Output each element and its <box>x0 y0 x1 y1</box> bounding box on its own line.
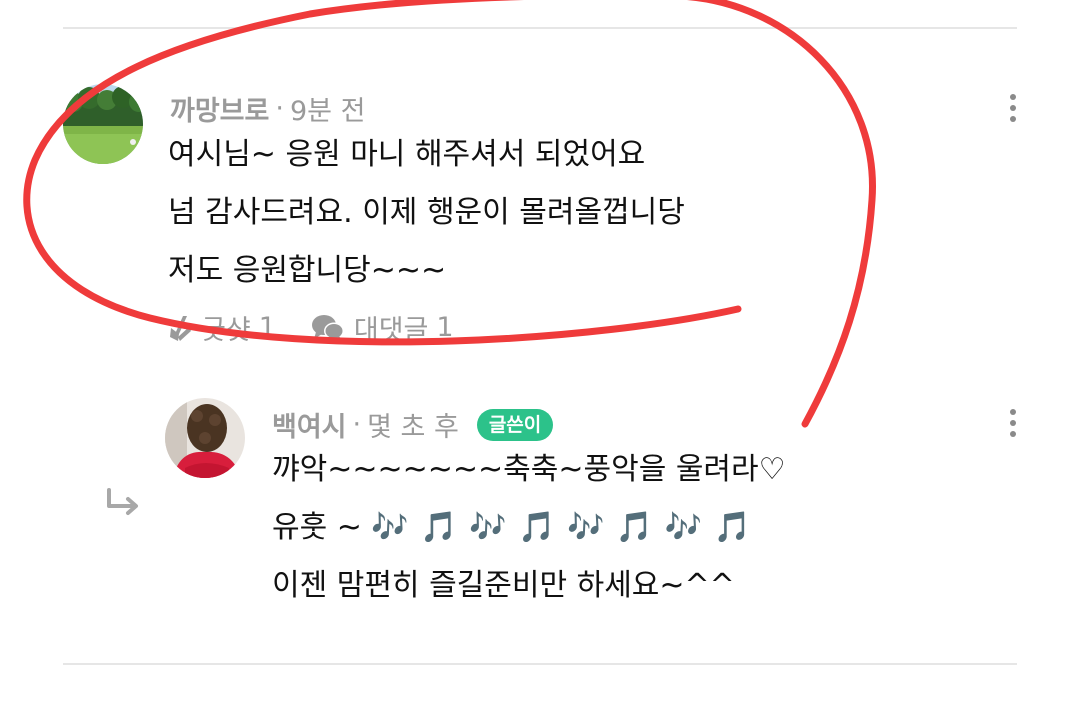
reply-author-name[interactable]: 백여시 <box>272 405 347 444</box>
comment-line: 넘 감사드려요. 이제 행운이 몰려올껍니당 <box>168 195 685 230</box>
bottom-divider <box>63 663 1017 665</box>
author-name[interactable]: 까망브로 <box>170 89 269 128</box>
reply-meta: 백여시 · 몇 초 후 글쓴이 <box>272 405 554 444</box>
reply-time: 몇 초 후 <box>367 412 459 443</box>
music-notes: 🎶 🎵 🎶 🎵 🎶 🎵 🎶 🎵 <box>371 510 753 545</box>
like-button[interactable]: 굿샷 1 <box>167 308 276 347</box>
comment-meta: 까망브로 · 9분 전 <box>170 89 365 128</box>
author-avatar[interactable] <box>63 84 143 164</box>
reply-count-label: 대댓글 <box>353 315 429 346</box>
golf-club-icon <box>167 313 193 343</box>
comment-line: 여시님~ 응원 마니 해주셔서 되었어요 <box>168 137 646 172</box>
more-vertical-icon[interactable] <box>1007 94 1019 122</box>
more-vertical-icon[interactable] <box>1007 409 1019 437</box>
top-divider <box>63 27 1017 29</box>
like-count: 1 <box>258 312 276 343</box>
meta-separator: · <box>275 93 284 124</box>
reply-body: 꺄악~~~~~~~축축~풍악을 울려라♡ 유훗 ~ 🎶 🎵 🎶 🎵 🎶 🎵 🎶 … <box>272 441 786 615</box>
reply-line: 유훗 ~ 🎶 🎵 🎶 🎵 🎶 🎵 🎶 🎵 <box>272 499 786 557</box>
reply-count: 1 <box>436 312 454 343</box>
comment-body: 여시님~ 응원 마니 해주셔서 되었어요 넘 감사드려요. 이제 행운이 몰려올… <box>168 126 685 300</box>
reply-author-avatar[interactable] <box>165 398 245 478</box>
like-label: 굿샷 <box>201 315 251 346</box>
reply-line: 꺄악~~~~~~~축축~풍악을 울려라♡ <box>272 452 786 487</box>
comment-time: 9분 전 <box>289 96 366 127</box>
reply-count-button[interactable]: 대댓글 1 <box>310 308 454 347</box>
reply-line-text: 유훗 ~ <box>272 510 372 545</box>
reply-arrow-icon <box>104 488 144 522</box>
meta-separator: · <box>352 409 362 440</box>
speech-bubbles-icon <box>310 312 346 344</box>
writer-badge: 글쓴이 <box>476 408 554 441</box>
comment-actions: 굿샷 1 대댓글 1 <box>167 308 454 347</box>
comment-line: 저도 응원합니당~~~ <box>168 253 447 288</box>
reply-line: 이젠 맘편히 즐길준비만 하세요~^^ <box>272 568 735 603</box>
